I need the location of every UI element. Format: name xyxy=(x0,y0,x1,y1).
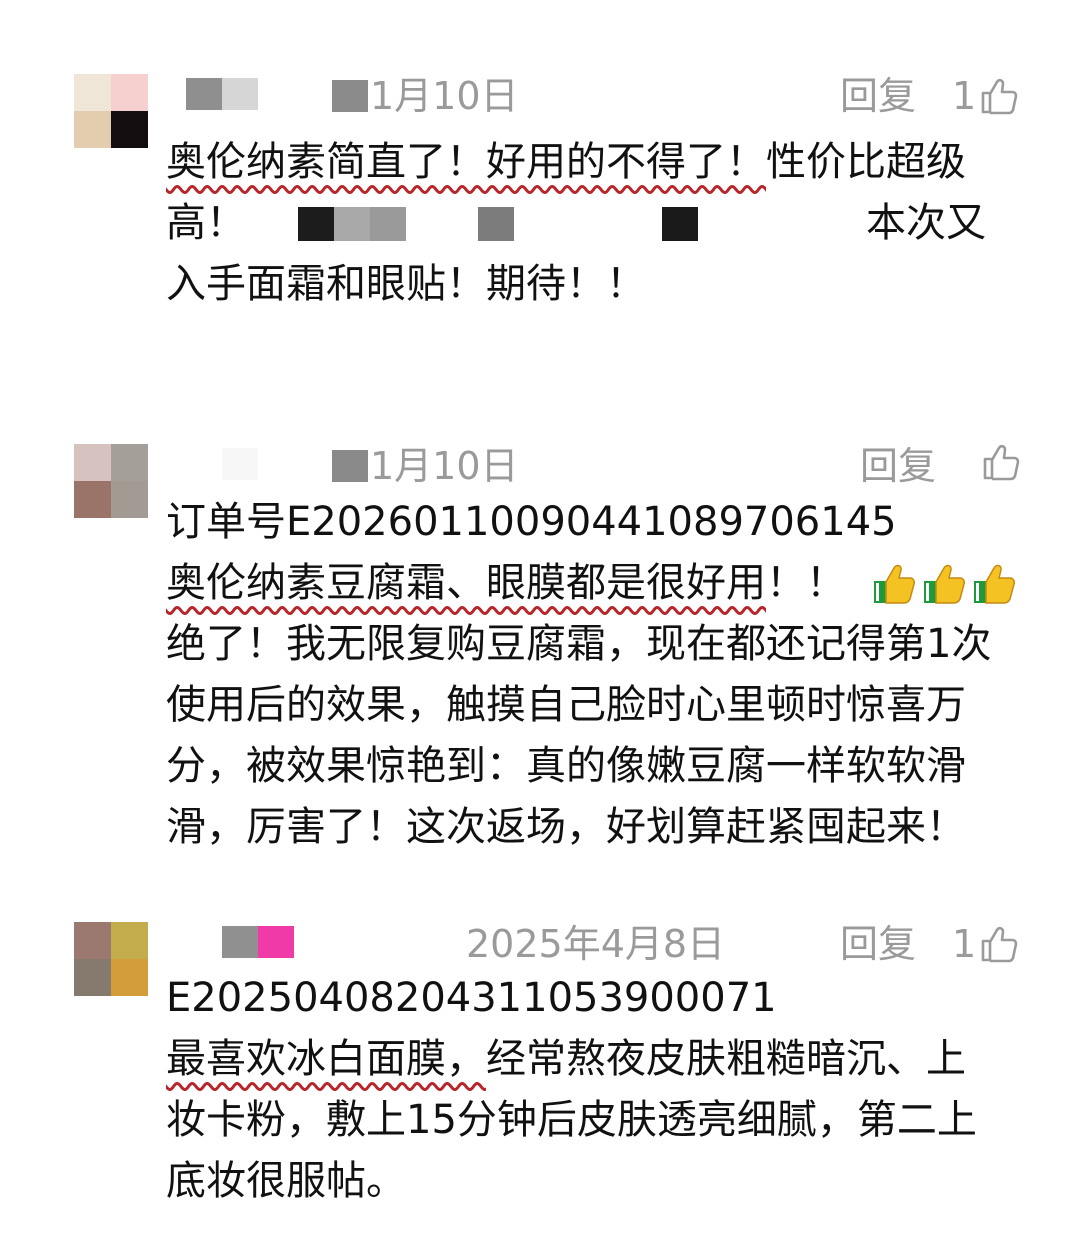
like-count: 1 xyxy=(952,922,977,966)
like-button[interactable]: 1 xyxy=(952,72,1018,120)
avatar[interactable] xyxy=(74,922,148,996)
avatar[interactable] xyxy=(74,444,148,518)
username-redacted[interactable] xyxy=(186,78,258,110)
thumbs-up-outline-icon xyxy=(981,78,1018,115)
thumbs-up-emoji-icon xyxy=(924,564,965,604)
thumbs-up-emoji-icon xyxy=(874,564,915,604)
thumbs-up-outline-icon xyxy=(981,926,1018,963)
like-button[interactable] xyxy=(978,442,1020,482)
like-count: 1 xyxy=(952,74,977,118)
highlighted-text: 奥伦纳素简直了！好用的不得了！ xyxy=(166,139,766,185)
emoji-group xyxy=(872,561,1018,607)
comment-text: 订单号E20260110090441089706145 奥伦纳素豆腐霜、眼膜都是… xyxy=(166,492,1036,858)
comment-date: 1月10日 xyxy=(332,72,519,120)
reply-button[interactable]: 回复 xyxy=(860,442,936,490)
like-button[interactable]: 1 xyxy=(952,920,1018,968)
username-redacted[interactable] xyxy=(222,926,294,958)
thumbs-up-emoji-icon xyxy=(974,564,1015,604)
username-redacted[interactable] xyxy=(222,448,258,480)
reply-button[interactable]: 回复 xyxy=(840,920,916,968)
comment-text: 奥伦纳素简直了！好用的不得了！性价比超级 高！ 本次又 入手面霜和眼贴！期待！！ xyxy=(166,139,986,307)
comment-date: 1月10日 xyxy=(332,442,519,490)
comment-text: E20250408204311053900071 最喜欢冰白面膜，经常熬夜皮肤粗… xyxy=(166,975,977,1204)
highlighted-text: 奥伦纳素豆腐霜、眼膜都是很好用 xyxy=(166,560,766,606)
avatar[interactable] xyxy=(74,74,148,148)
thumbs-up-outline-icon xyxy=(983,444,1020,481)
highlighted-text: 最喜欢冰白面膜， xyxy=(166,1036,486,1082)
redacted-mosaic xyxy=(298,207,698,241)
comment-date: 2025年4月8日 xyxy=(466,922,726,966)
reply-button[interactable]: 回复 xyxy=(840,72,916,120)
